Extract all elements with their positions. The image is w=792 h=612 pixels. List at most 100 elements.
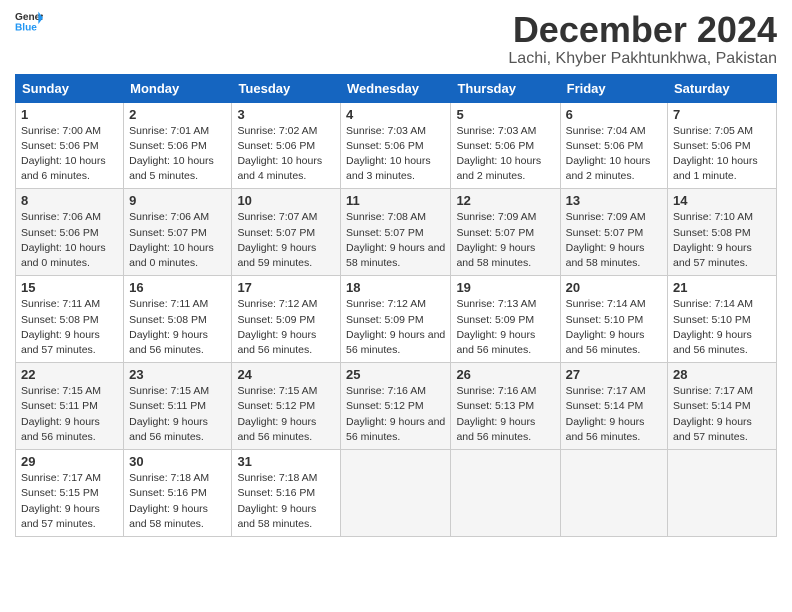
day-number: 29 [21,454,118,469]
day-info: Sunrise: 7:09 AMSunset: 5:07 PMDaylight:… [456,211,536,269]
day-number: 19 [456,280,554,295]
day-number: 28 [673,367,771,382]
calendar-cell: 15 Sunrise: 7:11 AMSunset: 5:08 PMDaylig… [16,276,124,363]
calendar-cell [560,450,667,537]
calendar-cell: 25 Sunrise: 7:16 AMSunset: 5:12 PMDaylig… [341,363,451,450]
day-info: Sunrise: 7:16 AMSunset: 5:13 PMDaylight:… [456,385,536,443]
calendar-cell: 10 Sunrise: 7:07 AMSunset: 5:07 PMDaylig… [232,189,341,276]
day-info: Sunrise: 7:04 AMSunset: 5:06 PMDaylight:… [566,125,651,183]
calendar-cell [341,450,451,537]
col-header-wednesday: Wednesday [341,74,451,102]
calendar-cell: 3 Sunrise: 7:02 AMSunset: 5:06 PMDayligh… [232,102,341,189]
day-number: 25 [346,367,445,382]
calendar-cell: 26 Sunrise: 7:16 AMSunset: 5:13 PMDaylig… [451,363,560,450]
day-info: Sunrise: 7:15 AMSunset: 5:11 PMDaylight:… [129,385,209,443]
day-info: Sunrise: 7:18 AMSunset: 5:16 PMDaylight:… [237,472,317,530]
day-number: 6 [566,107,662,122]
calendar-cell: 18 Sunrise: 7:12 AMSunset: 5:09 PMDaylig… [341,276,451,363]
day-info: Sunrise: 7:07 AMSunset: 5:07 PMDaylight:… [237,211,317,269]
calendar-cell [451,450,560,537]
day-number: 24 [237,367,335,382]
day-info: Sunrise: 7:11 AMSunset: 5:08 PMDaylight:… [21,298,100,356]
month-year-title: December 2024 [508,10,777,50]
logo: General Blue [15,10,43,32]
calendar-cell: 1 Sunrise: 7:00 AMSunset: 5:06 PMDayligh… [16,102,124,189]
calendar-cell: 8 Sunrise: 7:06 AMSunset: 5:06 PMDayligh… [16,189,124,276]
calendar-cell: 22 Sunrise: 7:15 AMSunset: 5:11 PMDaylig… [16,363,124,450]
day-number: 20 [566,280,662,295]
day-number: 7 [673,107,771,122]
day-number: 11 [346,193,445,208]
day-number: 27 [566,367,662,382]
day-info: Sunrise: 7:13 AMSunset: 5:09 PMDaylight:… [456,298,536,356]
day-info: Sunrise: 7:18 AMSunset: 5:16 PMDaylight:… [129,472,209,530]
calendar-cell: 29 Sunrise: 7:17 AMSunset: 5:15 PMDaylig… [16,450,124,537]
day-number: 21 [673,280,771,295]
col-header-sunday: Sunday [16,74,124,102]
calendar-cell: 11 Sunrise: 7:08 AMSunset: 5:07 PMDaylig… [341,189,451,276]
calendar-cell: 13 Sunrise: 7:09 AMSunset: 5:07 PMDaylig… [560,189,667,276]
day-info: Sunrise: 7:02 AMSunset: 5:06 PMDaylight:… [237,125,322,183]
day-number: 14 [673,193,771,208]
calendar-cell: 19 Sunrise: 7:13 AMSunset: 5:09 PMDaylig… [451,276,560,363]
day-number: 22 [21,367,118,382]
day-number: 13 [566,193,662,208]
calendar-cell: 6 Sunrise: 7:04 AMSunset: 5:06 PMDayligh… [560,102,667,189]
day-number: 9 [129,193,226,208]
calendar-week-row: 29 Sunrise: 7:17 AMSunset: 5:15 PMDaylig… [16,450,777,537]
day-info: Sunrise: 7:14 AMSunset: 5:10 PMDaylight:… [566,298,646,356]
day-number: 16 [129,280,226,295]
day-info: Sunrise: 7:00 AMSunset: 5:06 PMDaylight:… [21,125,106,183]
calendar-cell: 27 Sunrise: 7:17 AMSunset: 5:14 PMDaylig… [560,363,667,450]
calendar-cell: 12 Sunrise: 7:09 AMSunset: 5:07 PMDaylig… [451,189,560,276]
day-info: Sunrise: 7:15 AMSunset: 5:12 PMDaylight:… [237,385,317,443]
day-info: Sunrise: 7:03 AMSunset: 5:06 PMDaylight:… [346,125,431,183]
day-number: 26 [456,367,554,382]
day-number: 10 [237,193,335,208]
calendar-week-row: 1 Sunrise: 7:00 AMSunset: 5:06 PMDayligh… [16,102,777,189]
day-number: 3 [237,107,335,122]
page-header: General Blue December 2024 Lachi, Khyber… [15,10,777,68]
calendar-cell: 16 Sunrise: 7:11 AMSunset: 5:08 PMDaylig… [124,276,232,363]
day-number: 5 [456,107,554,122]
day-number: 23 [129,367,226,382]
day-info: Sunrise: 7:17 AMSunset: 5:14 PMDaylight:… [566,385,646,443]
calendar-cell: 7 Sunrise: 7:05 AMSunset: 5:06 PMDayligh… [668,102,777,189]
day-number: 1 [21,107,118,122]
calendar-cell: 23 Sunrise: 7:15 AMSunset: 5:11 PMDaylig… [124,363,232,450]
svg-text:Blue: Blue [15,22,37,32]
day-info: Sunrise: 7:17 AMSunset: 5:15 PMDaylight:… [21,472,101,530]
calendar-week-row: 15 Sunrise: 7:11 AMSunset: 5:08 PMDaylig… [16,276,777,363]
title-area: December 2024 Lachi, Khyber Pakhtunkhwa,… [508,10,777,68]
location-subtitle: Lachi, Khyber Pakhtunkhwa, Pakistan [508,50,777,68]
day-info: Sunrise: 7:11 AMSunset: 5:08 PMDaylight:… [129,298,208,356]
day-number: 4 [346,107,445,122]
calendar-cell: 28 Sunrise: 7:17 AMSunset: 5:14 PMDaylig… [668,363,777,450]
day-number: 18 [346,280,445,295]
day-number: 8 [21,193,118,208]
calendar-cell: 9 Sunrise: 7:06 AMSunset: 5:07 PMDayligh… [124,189,232,276]
calendar-table: SundayMondayTuesdayWednesdayThursdayFrid… [15,74,777,537]
calendar-cell: 5 Sunrise: 7:03 AMSunset: 5:06 PMDayligh… [451,102,560,189]
day-number: 31 [237,454,335,469]
day-info: Sunrise: 7:01 AMSunset: 5:06 PMDaylight:… [129,125,214,183]
col-header-thursday: Thursday [451,74,560,102]
calendar-cell [668,450,777,537]
logo-icon: General Blue [15,10,43,32]
day-info: Sunrise: 7:12 AMSunset: 5:09 PMDaylight:… [346,298,445,356]
day-info: Sunrise: 7:08 AMSunset: 5:07 PMDaylight:… [346,211,445,269]
day-info: Sunrise: 7:16 AMSunset: 5:12 PMDaylight:… [346,385,445,443]
day-info: Sunrise: 7:05 AMSunset: 5:06 PMDaylight:… [673,125,758,183]
day-info: Sunrise: 7:14 AMSunset: 5:10 PMDaylight:… [673,298,753,356]
calendar-cell: 2 Sunrise: 7:01 AMSunset: 5:06 PMDayligh… [124,102,232,189]
calendar-week-row: 22 Sunrise: 7:15 AMSunset: 5:11 PMDaylig… [16,363,777,450]
day-info: Sunrise: 7:09 AMSunset: 5:07 PMDaylight:… [566,211,646,269]
calendar-cell: 4 Sunrise: 7:03 AMSunset: 5:06 PMDayligh… [341,102,451,189]
col-header-saturday: Saturday [668,74,777,102]
calendar-cell: 21 Sunrise: 7:14 AMSunset: 5:10 PMDaylig… [668,276,777,363]
day-number: 2 [129,107,226,122]
day-number: 17 [237,280,335,295]
calendar-header-row: SundayMondayTuesdayWednesdayThursdayFrid… [16,74,777,102]
day-info: Sunrise: 7:15 AMSunset: 5:11 PMDaylight:… [21,385,101,443]
calendar-cell: 30 Sunrise: 7:18 AMSunset: 5:16 PMDaylig… [124,450,232,537]
